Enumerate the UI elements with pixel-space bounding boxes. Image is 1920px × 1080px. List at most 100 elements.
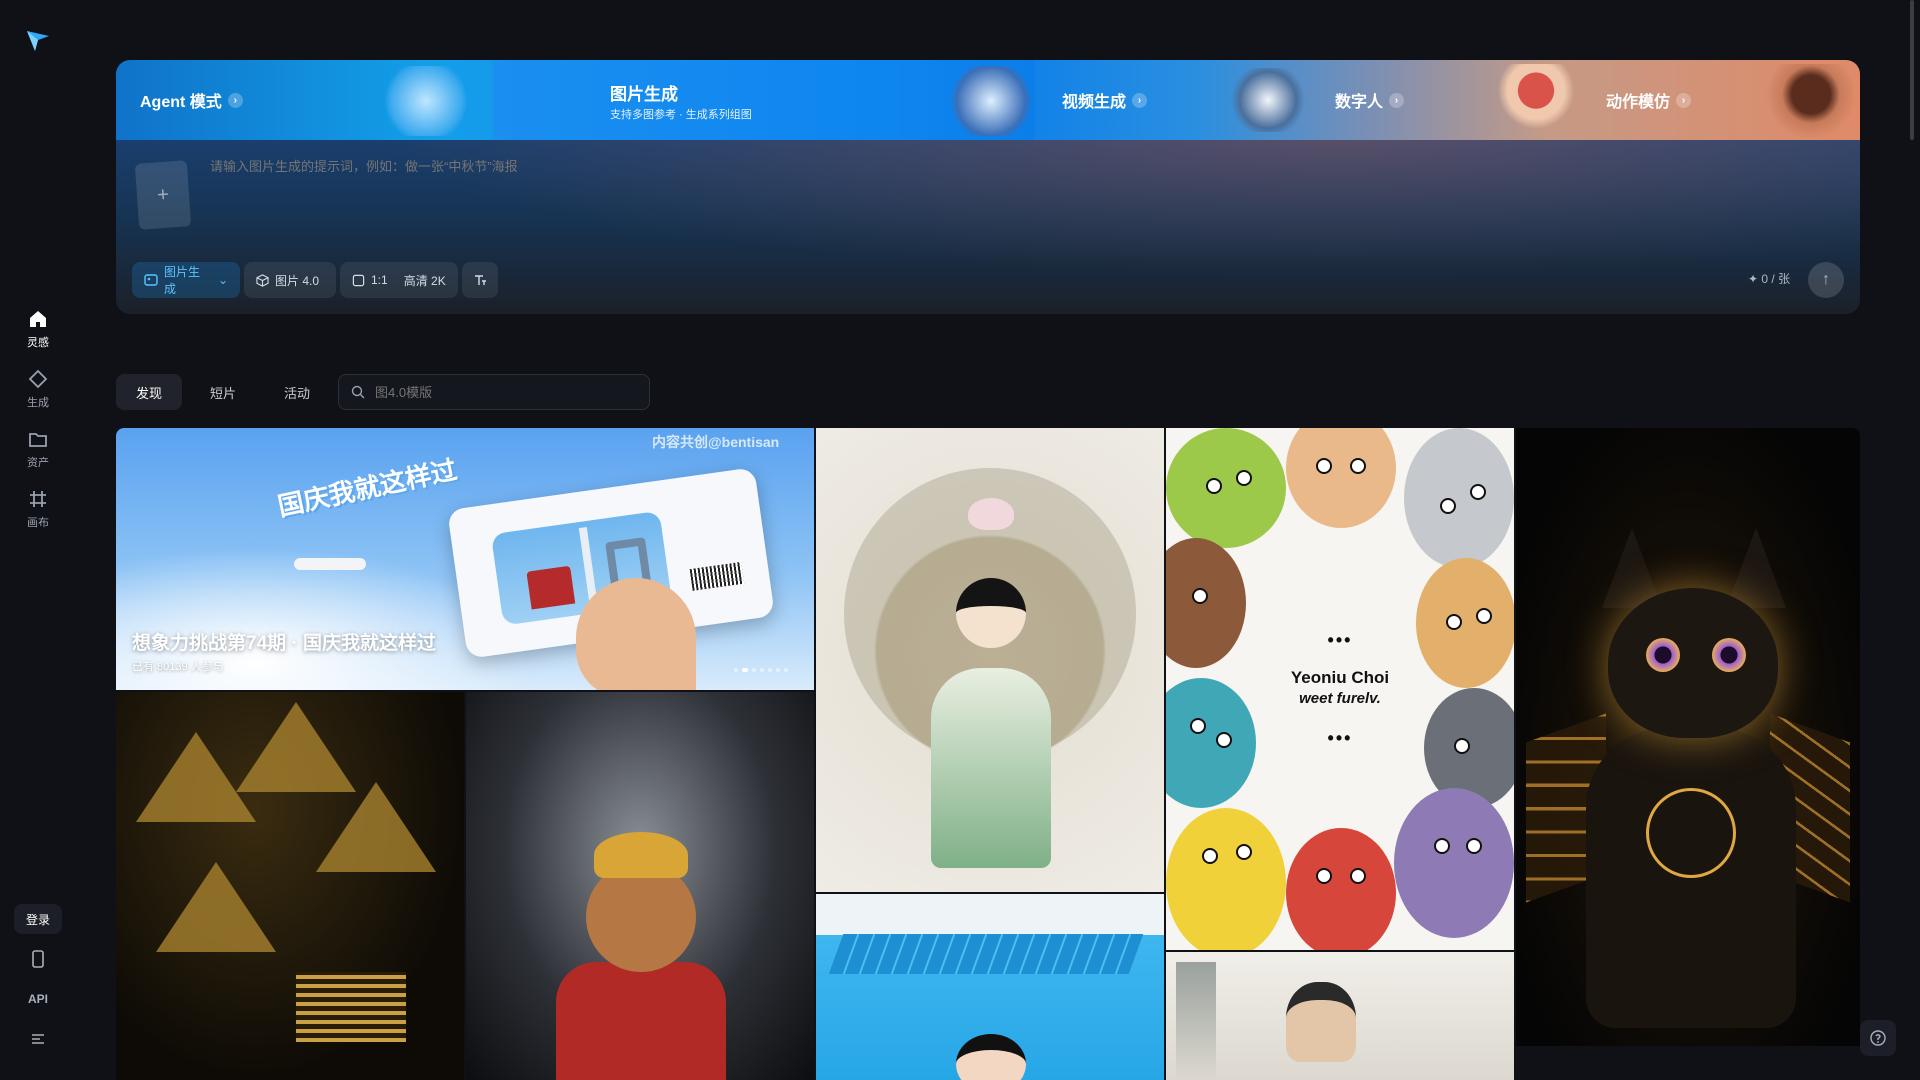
mountain-art (316, 782, 436, 872)
chevron-right-icon: › (227, 92, 243, 108)
monster-art (1286, 428, 1396, 528)
carousel-dot[interactable] (742, 668, 748, 672)
carousel-dot[interactable] (768, 668, 772, 672)
model-select[interactable]: 图片 4.0 (244, 262, 336, 298)
carousel-dot[interactable] (760, 668, 764, 672)
mode-label: 图片生成 (163, 265, 200, 296)
gallery-item-pool[interactable] (816, 894, 1164, 1080)
send-button[interactable]: ↑ (1808, 262, 1844, 298)
monster-art (1166, 428, 1286, 548)
diamond-icon (28, 369, 48, 389)
template-search[interactable] (338, 374, 650, 410)
mode-select[interactable]: 图片生成 ⌄ (132, 262, 240, 298)
home-icon (30, 311, 46, 327)
agent-mode-tab[interactable]: Agent 模式 › (140, 60, 243, 140)
video-gen-label: 视频生成 (1062, 94, 1127, 111)
model-label: 图片 4.0 (275, 273, 320, 288)
nav-label: 生成 (27, 397, 49, 409)
menu-button[interactable] (0, 1032, 76, 1049)
carousel-dot[interactable] (784, 668, 788, 672)
text-style-button[interactable] (462, 262, 498, 298)
agent-mode-label: Agent 模式 (140, 94, 222, 111)
sidebar: 灵感 生成 资产 画布 登录 API (0, 0, 76, 1080)
gallery-item-monsters[interactable]: ••• Yeoniu Choi weet furelv. ••• (1166, 428, 1514, 950)
carousel-dot[interactable] (752, 668, 756, 672)
cat-body-art (1586, 728, 1796, 1028)
mountain-art (156, 862, 276, 952)
mobile-app-button[interactable] (0, 950, 76, 971)
cat-eye-art (1646, 638, 1680, 672)
search-input[interactable] (373, 383, 613, 401)
app-logo-icon[interactable] (24, 26, 52, 54)
prompt-input[interactable] (208, 158, 1408, 175)
motion-mimic-label: 动作模仿 (1606, 94, 1671, 111)
page-scrollbar[interactable] (1910, 0, 1914, 140)
nav-assets[interactable]: 资产 (0, 428, 76, 470)
sparkle-icon: ✦ (1748, 272, 1759, 286)
tab-shorts[interactable]: 短片 (190, 374, 256, 410)
tab-discover[interactable]: 发现 (116, 374, 182, 410)
motion-mimic-tab[interactable]: 动作模仿 › (1606, 60, 1692, 140)
credit-counter: ✦ 0 / 张 (1748, 270, 1790, 287)
character-art (956, 1034, 1026, 1080)
mountain-art (1176, 962, 1216, 1080)
barcode-art (689, 561, 745, 591)
carousel-dot[interactable] (776, 668, 780, 672)
nav-label: 资产 (27, 457, 49, 469)
hero-title: 想象力挑战第74期 · 国庆我就这样过 (132, 633, 437, 654)
menu-icon (32, 1034, 44, 1044)
image-gen-title: 图片生成 (610, 85, 678, 104)
airplane-art (294, 558, 366, 570)
feature-banner: Agent 模式 › 图片生成 支持多图参考 · 生成系列组图 视频生成 › 数… (116, 60, 1860, 140)
nav-generate[interactable]: 生成 (0, 368, 76, 410)
monster-art (1404, 428, 1514, 568)
crown-art (594, 832, 688, 878)
pavilion-art (296, 972, 406, 1042)
hand-art (576, 578, 696, 690)
plus-icon: + (156, 183, 170, 206)
text-format-icon (475, 275, 486, 285)
dancer-art (1766, 64, 1856, 140)
gallery-item-golden-cat[interactable] (1516, 428, 1860, 1046)
cat-ear-art (1726, 528, 1786, 608)
gallery-item-monkey-king[interactable] (466, 692, 814, 1080)
video-gen-tab[interactable]: 视频生成 › (1062, 60, 1148, 140)
hero-art-text: 国庆我就这样过 (275, 454, 460, 522)
tab-events[interactable]: 活动 (264, 374, 330, 410)
login-button[interactable]: 登录 (14, 904, 62, 934)
monkey-face-art (586, 862, 696, 972)
lotus-art (968, 498, 1014, 530)
digital-human-label: 数字人 (1335, 94, 1384, 111)
challenge-banner[interactable]: 国庆我就这样过 内容共创@bentisan 想象力挑战第74期 · 国庆我就这样… (116, 428, 814, 690)
ratio-quality-select[interactable]: 1:1 高清 2K (340, 262, 458, 298)
nav-label: 画布 (27, 517, 49, 529)
gallery-item-gold-landscape[interactable] (116, 692, 464, 1080)
chevron-right-icon: › (1132, 92, 1148, 108)
digital-human-tab[interactable]: 数字人 › (1335, 60, 1405, 140)
monster-ellipsis: ••• (1327, 728, 1353, 748)
pool-tiles-art (828, 934, 1144, 974)
nav-canvas[interactable]: 画布 (0, 488, 76, 530)
gold-pattern-art (1646, 788, 1736, 878)
dress-art (931, 668, 1051, 868)
ratio-label: 1:1 (371, 273, 388, 287)
gallery-item-ink-goddess[interactable] (816, 428, 1164, 892)
upload-reference-button[interactable]: + (134, 160, 192, 230)
carousel-dot[interactable] (734, 668, 738, 672)
canvas-icon (30, 491, 46, 507)
carousel-dots[interactable] (734, 668, 788, 672)
temple-art (526, 565, 576, 610)
monster-art (1286, 828, 1396, 950)
gallery-item-ink-scholar[interactable] (1166, 952, 1514, 1080)
nav-inspiration[interactable]: 灵感 (0, 308, 76, 350)
head-art (956, 578, 1026, 648)
monster-text-2: weet furelv. (1299, 690, 1381, 707)
hero-watermark: 内容共创@bentisan (652, 434, 780, 450)
chevron-right-icon: › (1389, 92, 1405, 108)
mountain-art (236, 702, 356, 792)
quality-label: 高清 2K (403, 273, 446, 288)
credit-count: 0 / 张 (1761, 272, 1791, 286)
help-button[interactable] (1860, 1020, 1896, 1056)
monster-art (1394, 788, 1514, 938)
api-link[interactable]: API (0, 992, 76, 1006)
